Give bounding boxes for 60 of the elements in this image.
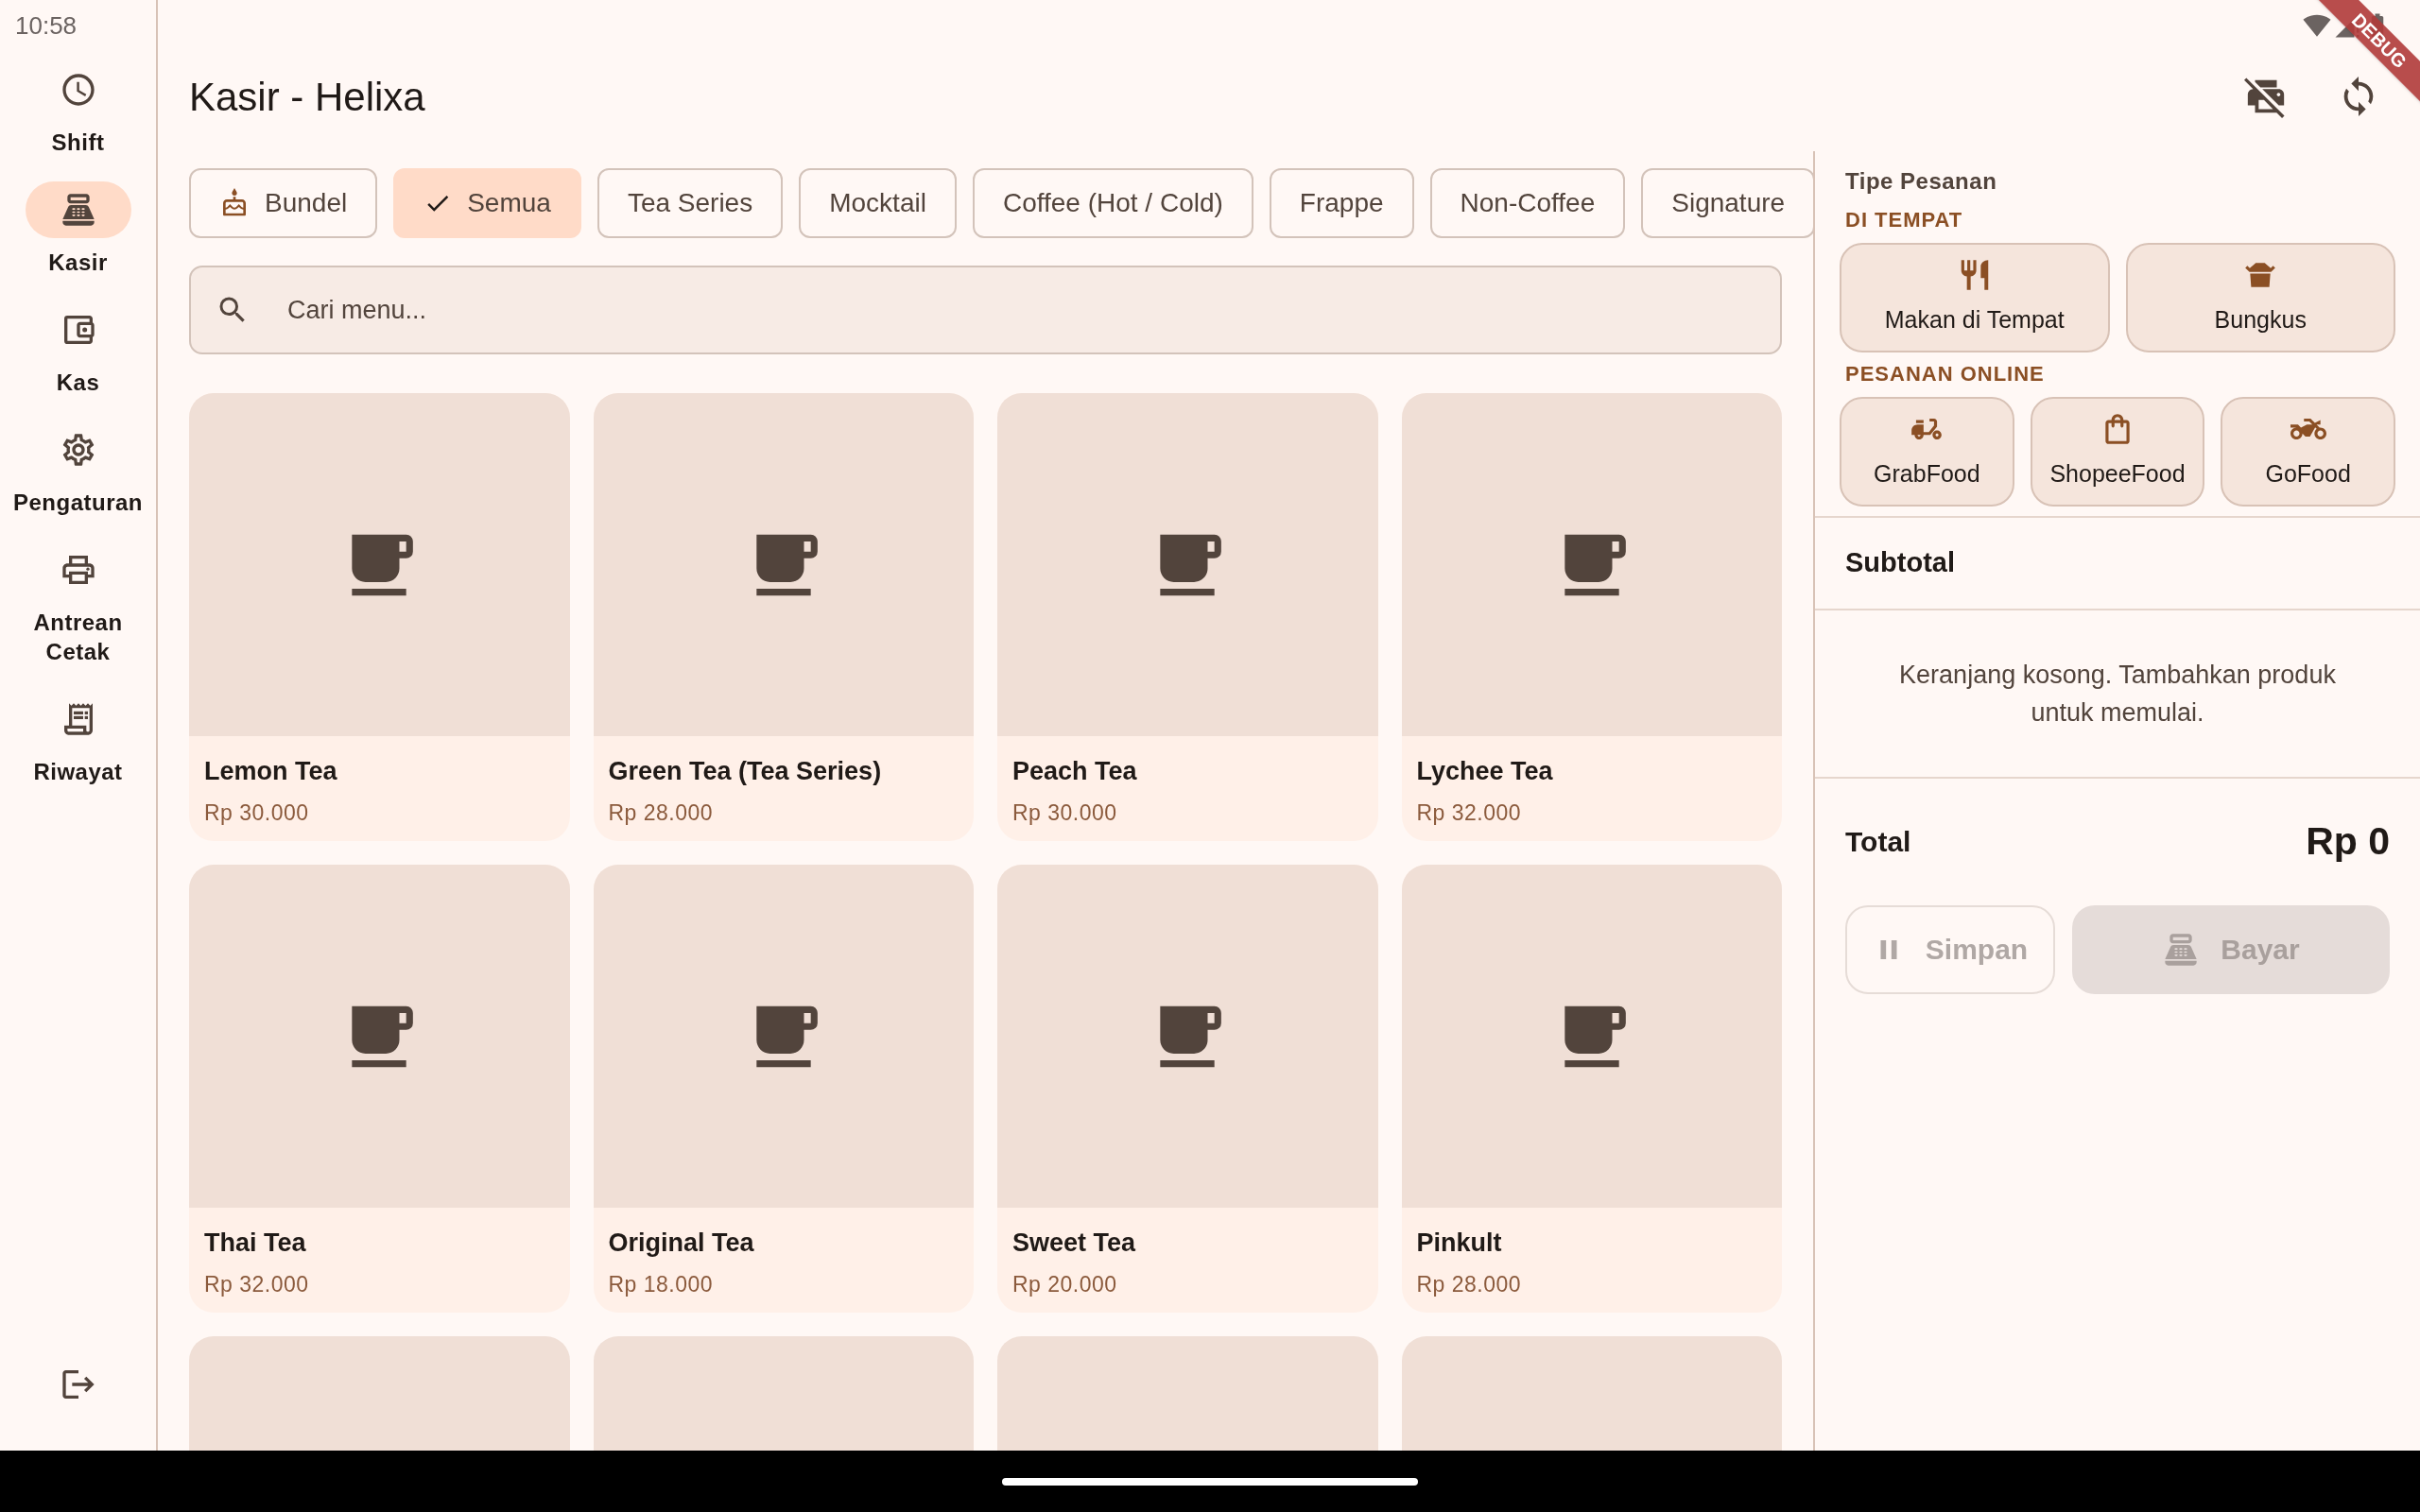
nav-item[interactable]: Antrean Cetak (0, 541, 156, 666)
category-chip[interactable]: Bundel (189, 168, 378, 238)
nav-label: Riwayat (33, 758, 123, 786)
category-chip[interactable]: Mocktail (799, 168, 957, 238)
nav-label: Pengaturan (13, 489, 143, 517)
category-chip[interactable]: Tea Series (596, 168, 784, 238)
total-amount: Rp 0 (2306, 818, 2390, 865)
total-label: Total (1845, 825, 1911, 860)
empty-cart-message: Keranjang kosong. Tambahkan produk untuk memulai. (1898, 660, 2337, 729)
nav-label: Kasir (48, 249, 108, 277)
product-price: Rp 18.000 (608, 1271, 715, 1298)
nav-label: Kas (56, 369, 100, 397)
product-name: Lychee Tea (1416, 756, 1554, 787)
product-price: Rp 30.000 (204, 799, 310, 827)
section-heading: DI TEMPAT (1844, 207, 1964, 233)
product-name: Thai Tea (204, 1228, 307, 1259)
category-chip[interactable]: Coffee (Hot / Cold) (972, 168, 1253, 238)
category-chip[interactable]: Signature (1641, 168, 1813, 238)
product-price: Rp 20.000 (1012, 1271, 1118, 1298)
nav-item[interactable]: Kas (0, 301, 156, 397)
nav-label: Antrean Cetak (33, 609, 123, 666)
nav-item[interactable]: Kasir (0, 181, 156, 277)
home-indicator[interactable] (1002, 1477, 1418, 1486)
panel-title: Tipe Pesanan (1844, 167, 1998, 196)
subtotal-label: Subtotal (1845, 546, 1955, 580)
product-card[interactable]: Pinkult Rp 28.000 (1401, 865, 1782, 1313)
page-title: Kasir - Helixa (189, 73, 425, 121)
nav-label: Shift (51, 129, 105, 157)
product-name: Sweet Tea (1012, 1228, 1137, 1259)
order-type-button[interactable]: Makan di Tempat (1840, 243, 2110, 352)
product-card[interactable]: Thai Tea Rp 32.000 (189, 865, 570, 1313)
order-type-button[interactable]: GoFood (2221, 397, 2395, 507)
category-chip[interactable]: Frappe (1269, 168, 1414, 238)
category-chip[interactable]: Semua (393, 168, 581, 238)
product-name: Peach Tea (1012, 756, 1138, 787)
product-card[interactable]: Peach Tea Rp 30.000 (997, 393, 1378, 841)
product-card[interactable]: Original Tea Rp 18.000 (593, 865, 974, 1313)
category-chip[interactable]: Non-Coffee (1429, 168, 1626, 238)
nav-item[interactable]: Riwayat (0, 691, 156, 786)
order-type-button[interactable]: Bungkus (2125, 243, 2395, 352)
search-field[interactable]: Cari menu... (189, 266, 1782, 354)
product-price: Rp 32.000 (1416, 799, 1523, 827)
product-card[interactable]: Lemon Tea Rp 30.000 (189, 393, 570, 841)
product-card[interactable]: Green Tea (Tea Series) Rp 28.000 (593, 393, 974, 841)
product-name: Original Tea (608, 1228, 755, 1259)
product-price: Rp 30.000 (1012, 799, 1118, 827)
order-type-button[interactable]: ShopeeFood (2030, 397, 2205, 507)
nav-item[interactable]: Shift (0, 61, 156, 157)
product-name: Lemon Tea (204, 756, 338, 787)
product-price: Rp 32.000 (204, 1271, 310, 1298)
product-card[interactable]: Lychee Tea Rp 32.000 (1401, 393, 1782, 841)
product-name: Pinkult (1416, 1228, 1503, 1259)
order-type-button[interactable]: GrabFood (1840, 397, 2014, 507)
section-heading: PESANAN ONLINE (1844, 361, 2046, 387)
product-price: Rp 28.000 (608, 799, 715, 827)
status-time: 10:58 (14, 10, 78, 42)
nav-item[interactable]: Pengaturan (0, 421, 156, 517)
product-name: Green Tea (Tea Series) (608, 756, 883, 787)
product-card[interactable]: Sweet Tea Rp 20.000 (997, 865, 1378, 1313)
product-price: Rp 28.000 (1416, 1271, 1523, 1298)
